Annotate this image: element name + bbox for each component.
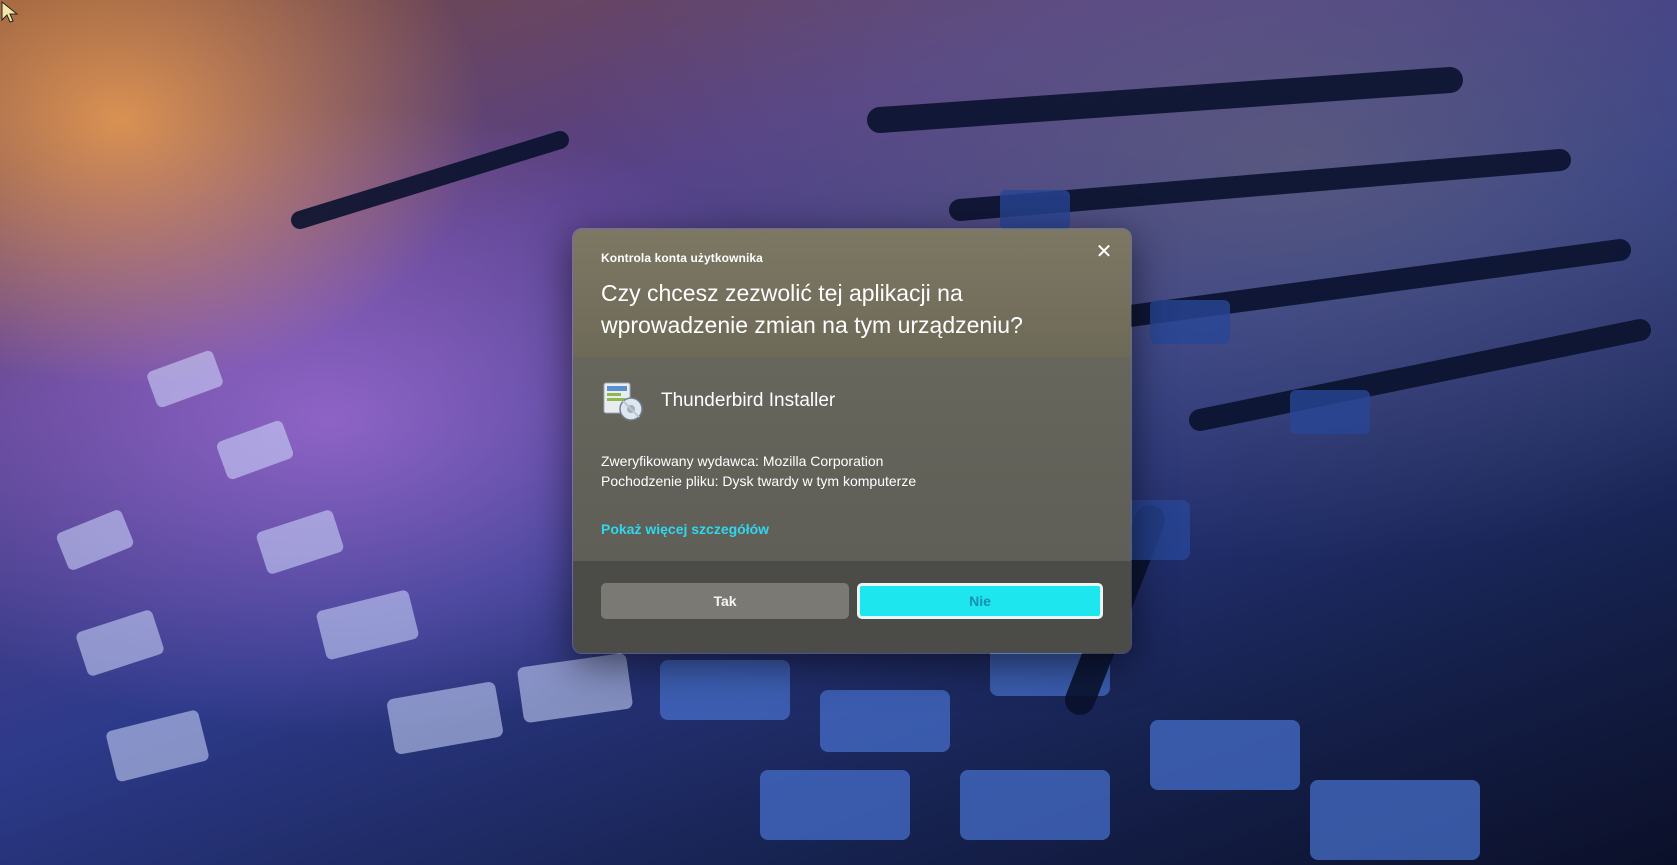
no-button[interactable]: Nie [857,583,1103,619]
uac-dialog: Kontrola konta użytkownika ✕ Czy chcesz … [572,228,1132,654]
yes-button[interactable]: Tak [601,583,849,619]
verified-publisher: Zweryfikowany wydawca: Mozilla Corporati… [601,453,884,469]
mouse-pointer-icon [1,0,19,23]
close-icon[interactable]: ✕ [1091,239,1117,265]
question-line-2: wprowadzenie zmian na tym urządzeniu? [601,312,1023,338]
uac-body: Thunderbird Installer Zweryfikowany wyda… [573,357,1131,561]
question-line-1: Czy chcesz zezwolić tej aplikacji na [601,280,963,306]
installer-icon [601,379,645,423]
uac-footer: Tak Nie [573,561,1131,653]
show-details-link[interactable]: Pokaż więcej szczegółów [601,521,769,537]
dialog-caption: Kontrola konta użytkownika [601,251,763,265]
dialog-question: Czy chcesz zezwolić tej aplikacji na wpr… [601,277,1103,341]
file-origin: Pochodzenie pliku: Dysk twardy w tym kom… [601,473,917,489]
uac-header: Kontrola konta użytkownika ✕ Czy chcesz … [573,229,1131,357]
app-row: Thunderbird Installer [601,375,1103,427]
desktop-screen: Kontrola konta użytkownika ✕ Czy chcesz … [0,0,1677,865]
app-name: Thunderbird Installer [661,390,836,411]
